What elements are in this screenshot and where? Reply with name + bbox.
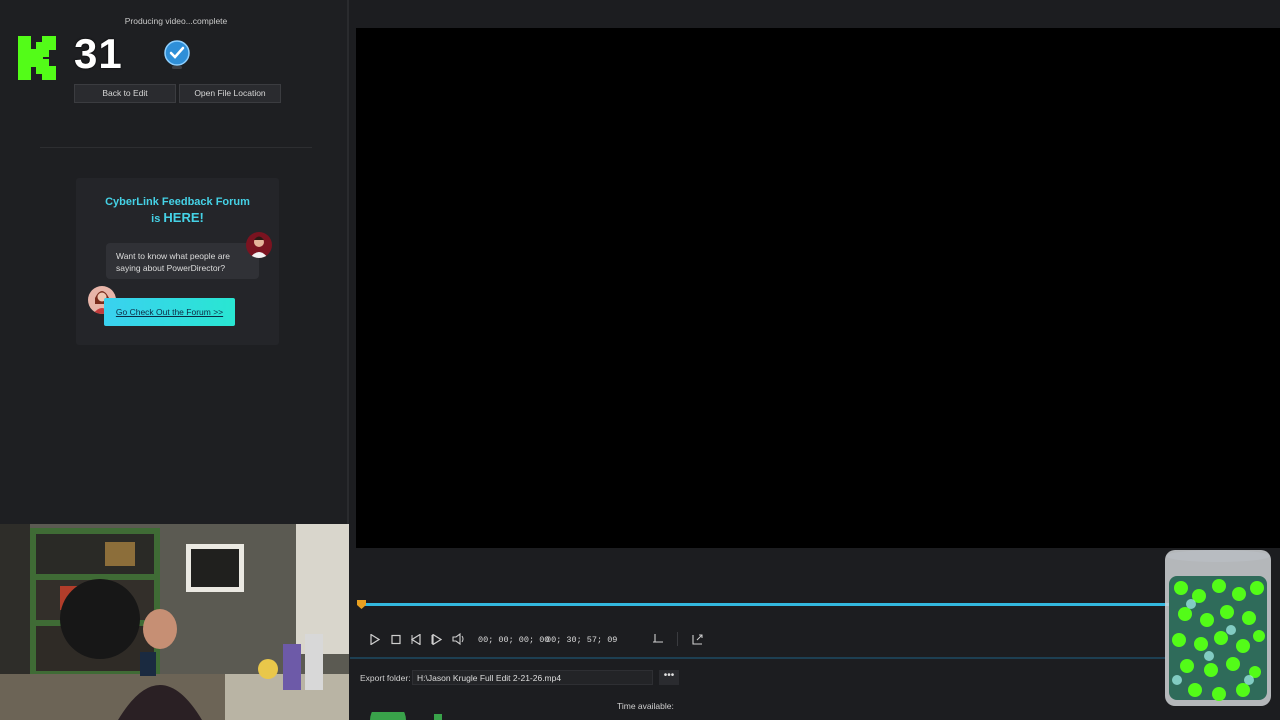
legend-swatch bbox=[434, 714, 442, 720]
current-timecode: 00; 00; 00; 00 bbox=[478, 635, 550, 645]
volume-icon[interactable] bbox=[452, 633, 465, 645]
forum-speech-bubble: Want to know what people are saying abou… bbox=[106, 243, 259, 279]
bubble-line-2: saying about PowerDirector? bbox=[116, 263, 226, 273]
divider bbox=[40, 147, 312, 148]
playhead-icon[interactable] bbox=[357, 600, 366, 609]
browse-button[interactable]: ••• bbox=[659, 670, 679, 685]
section-divider bbox=[350, 657, 1166, 659]
go-to-forum-button[interactable]: Go Check Out the Forum >> bbox=[104, 298, 235, 326]
person-avatar-icon bbox=[250, 236, 268, 258]
bubble-line-1: Want to know what people are bbox=[116, 251, 231, 261]
playback-controls bbox=[350, 626, 1166, 656]
kick-follower-count: 31 bbox=[74, 30, 123, 77]
jar-overlay-icon bbox=[1165, 550, 1271, 706]
avatar bbox=[246, 232, 272, 258]
disk-usage-chart bbox=[370, 712, 406, 720]
toolbar-separator bbox=[677, 632, 678, 646]
export-folder-label: Export folder: bbox=[360, 673, 411, 683]
produce-status: Producing video...complete bbox=[124, 16, 228, 26]
undock-icon[interactable] bbox=[691, 633, 704, 645]
video-preview bbox=[356, 28, 1280, 548]
next-frame-icon[interactable] bbox=[431, 634, 442, 645]
kick-logo-icon bbox=[18, 36, 56, 80]
previous-frame-icon[interactable] bbox=[411, 634, 422, 645]
forum-title-line2: is HERE! bbox=[76, 210, 279, 225]
forum-title-prefix: is bbox=[151, 213, 164, 225]
time-available-label: Time available: bbox=[617, 701, 674, 711]
total-timecode: 00; 30; 57; 09 bbox=[546, 635, 618, 645]
back-to-edit-button[interactable]: Back to Edit bbox=[74, 84, 176, 103]
open-file-location-button[interactable]: Open File Location bbox=[179, 84, 281, 103]
stop-icon[interactable] bbox=[391, 634, 401, 645]
forum-title: CyberLink Feedback Forum bbox=[105, 196, 250, 208]
complete-check-icon bbox=[164, 40, 190, 69]
timeline-scrubber[interactable] bbox=[360, 603, 1170, 606]
snapshot-icon[interactable] bbox=[652, 633, 665, 645]
webcam-overlay bbox=[0, 524, 349, 720]
forum-title-highlight: HERE! bbox=[163, 210, 204, 225]
webcam-scene bbox=[0, 524, 349, 720]
play-icon[interactable] bbox=[370, 634, 380, 645]
export-folder-field[interactable]: H:\Jason Krugle Full Edit 2-21-26.mp4 bbox=[412, 670, 653, 685]
